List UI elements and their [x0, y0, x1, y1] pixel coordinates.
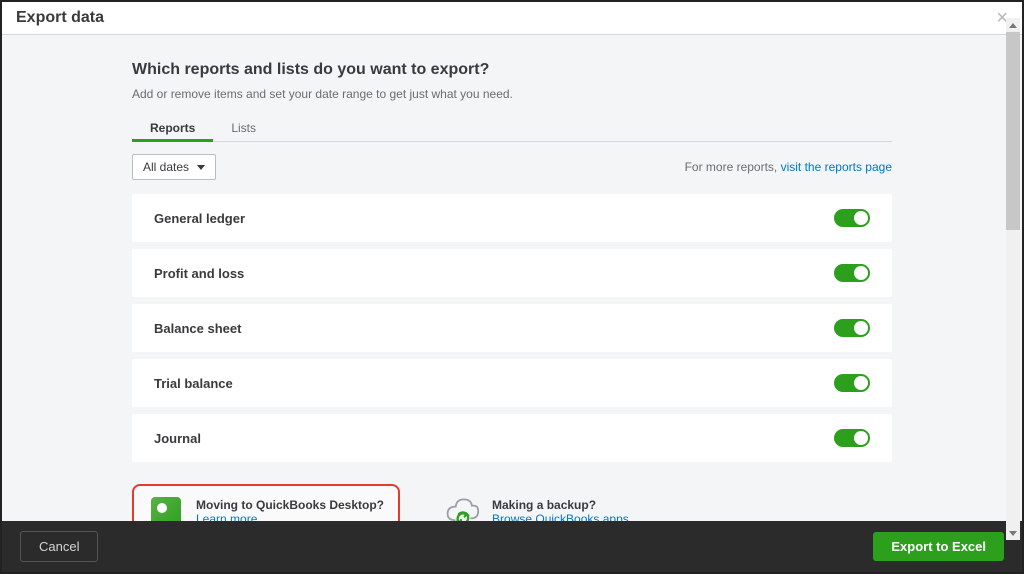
report-name: General ledger [154, 211, 245, 226]
list-item: Journal [132, 414, 892, 462]
toggle-balance-sheet[interactable] [834, 319, 870, 337]
dialog-footer: Cancel Export to Excel [2, 521, 1022, 572]
promo-desktop[interactable]: Moving to QuickBooks Desktop? Learn more [132, 484, 400, 521]
quickbooks-desktop-icon [148, 494, 184, 521]
tab-lists[interactable]: Lists [213, 115, 274, 141]
toggle-trial-balance[interactable] [834, 374, 870, 392]
promo-backup-title: Making a backup? [492, 498, 629, 512]
tabs: Reports Lists [132, 115, 892, 142]
scrollbar-track[interactable] [1006, 32, 1020, 527]
toggle-journal[interactable] [834, 429, 870, 447]
date-range-label: All dates [143, 160, 189, 174]
report-name: Trial balance [154, 376, 233, 391]
dialog-title: Export data [16, 9, 104, 27]
list-item: Trial balance [132, 359, 892, 407]
export-question: Which reports and lists do you want to e… [132, 61, 892, 79]
more-reports-text: For more reports, visit the reports page [685, 160, 892, 174]
visit-reports-link[interactable]: visit the reports page [781, 160, 892, 174]
toggle-general-ledger[interactable] [834, 209, 870, 227]
promo-backup[interactable]: Making a backup? Browse QuickBooks apps [430, 484, 643, 521]
scrollbar-down-button[interactable] [1006, 526, 1020, 540]
export-dialog: Export data × Which reports and lists do… [2, 2, 1022, 572]
export-subtext: Add or remove items and set your date ra… [132, 87, 892, 101]
toggle-profit-and-loss[interactable] [834, 264, 870, 282]
chevron-down-icon [197, 165, 205, 170]
list-item: General ledger [132, 194, 892, 242]
controls-row: All dates For more reports, visit the re… [132, 154, 892, 180]
tab-reports[interactable]: Reports [132, 115, 213, 141]
promo-desktop-title: Moving to QuickBooks Desktop? [196, 498, 384, 512]
report-name: Profit and loss [154, 266, 244, 281]
promo-backup-link[interactable]: Browse QuickBooks apps [492, 512, 629, 521]
scrollbar-up-button[interactable] [1006, 18, 1020, 32]
report-name: Journal [154, 431, 201, 446]
dialog-content: Which reports and lists do you want to e… [2, 35, 1022, 521]
dialog-header: Export data × [2, 2, 1022, 35]
cloud-sync-icon [444, 494, 480, 521]
list-item: Balance sheet [132, 304, 892, 352]
report-name: Balance sheet [154, 321, 241, 336]
date-range-select[interactable]: All dates [132, 154, 216, 180]
list-item: Profit and loss [132, 249, 892, 297]
cancel-button[interactable]: Cancel [20, 531, 98, 562]
promo-desktop-link[interactable]: Learn more [196, 512, 257, 521]
report-list: General ledger Profit and loss Balance s… [132, 194, 892, 462]
export-to-excel-button[interactable]: Export to Excel [873, 532, 1004, 561]
promo-row: Moving to QuickBooks Desktop? Learn more… [132, 484, 892, 521]
scrollbar-thumb[interactable] [1006, 32, 1020, 230]
